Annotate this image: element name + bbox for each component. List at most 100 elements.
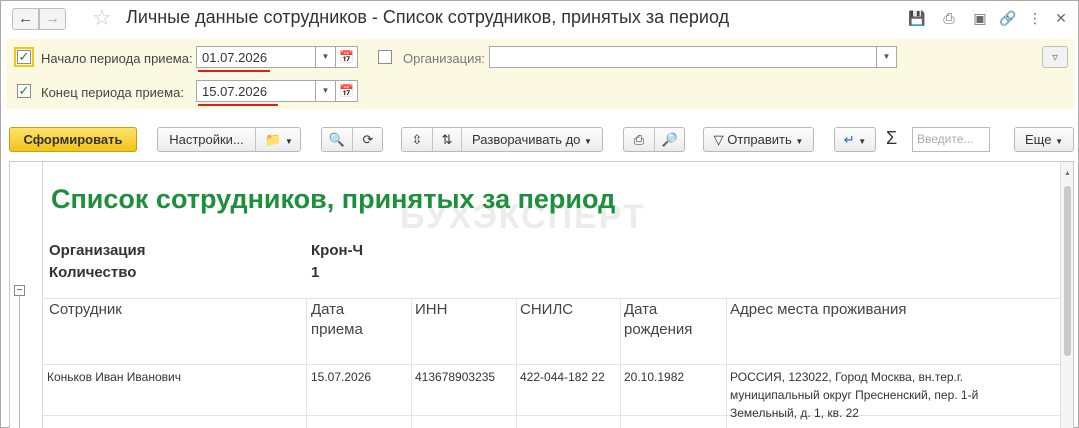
- settings-group: Настройки... 📁 ▼: [157, 127, 301, 152]
- filter-settings-button[interactable]: ▿: [1042, 46, 1068, 68]
- column-header-snils: СНИЛС: [520, 300, 573, 320]
- send-button[interactable]: ▽ Отправить ▼: [703, 127, 814, 152]
- chevron-down-icon: ▼: [882, 52, 891, 61]
- column-header-employee: Сотрудник: [49, 300, 122, 320]
- start-period-calendar[interactable]: 📅: [336, 46, 358, 68]
- start-period-label: Начало периода приема:: [41, 51, 193, 66]
- search-group: 🔍 ⟳: [321, 127, 383, 152]
- group-line: [19, 296, 20, 428]
- calendar-icon: 📅: [339, 50, 354, 64]
- save-icon[interactable]: 💾: [908, 9, 926, 27]
- table-row-hire-date[interactable]: 15.07.2026: [311, 368, 371, 386]
- column-divider: [411, 298, 412, 428]
- end-period-label: Конец периода приема:: [41, 85, 184, 100]
- send-label: Отправить: [727, 132, 792, 147]
- end-period-calendar[interactable]: 📅: [336, 80, 358, 102]
- column-header-birth-date-line1: Дата: [624, 301, 658, 318]
- more-button[interactable]: Еще ▼: [1014, 127, 1074, 152]
- favorite-star-icon[interactable]: ☆: [92, 5, 112, 31]
- forward-button[interactable]: →: [39, 8, 66, 30]
- column-header-inn-text: ИНН: [415, 301, 448, 318]
- chevron-down-icon: ▼: [1055, 137, 1063, 146]
- chevron-down-icon: ▼: [284, 137, 293, 146]
- table-row-address[interactable]: РОССИЯ, 123022, Город Москва, вн.тер.г. …: [730, 368, 978, 422]
- arrow-left-icon: ←: [18, 10, 33, 27]
- title-bar: ← → ☆ Личные данные сотрудников - Список…: [1, 1, 1078, 37]
- start-period-underline: [198, 70, 270, 72]
- arrow-right-icon: →: [45, 10, 60, 27]
- external-icon[interactable]: ▣: [971, 9, 989, 27]
- settings-button[interactable]: Настройки...: [158, 128, 255, 151]
- scroll-up-icon[interactable]: ▲: [1064, 170, 1071, 177]
- table-row-border: [43, 364, 1060, 365]
- column-divider: [306, 298, 307, 428]
- column-header-birth-date-line2: рождения: [624, 321, 693, 338]
- column-header-inn: ИНН: [415, 300, 447, 320]
- address-line-2: муниципальный округ Пресненский, пер. 1-…: [730, 388, 979, 402]
- organization-label: Организация:: [403, 51, 486, 66]
- goto-button[interactable]: ↵ ▼: [834, 127, 876, 152]
- end-period-dropdown[interactable]: ▼: [316, 80, 336, 102]
- send-icon: ▽: [713, 132, 724, 147]
- scrollbar-thumb[interactable]: [1064, 186, 1071, 356]
- report-title: Список сотрудников, принятых за период: [51, 184, 616, 214]
- chevron-down-icon: ▼: [858, 137, 867, 146]
- chevron-down-icon: ▼: [321, 52, 330, 61]
- more-icon[interactable]: ⋮: [1026, 9, 1044, 27]
- start-period-field[interactable]: 01.07.2026: [196, 46, 316, 68]
- table-row-snils[interactable]: 422-044-182 22: [520, 368, 605, 386]
- table-row-employee[interactable]: Коньков Иван Иванович: [47, 368, 181, 386]
- column-header-snils-text: СНИЛС: [520, 301, 574, 318]
- collapse-group-button[interactable]: −: [14, 285, 25, 296]
- organization-field[interactable]: [489, 46, 877, 68]
- chevron-down-icon: ▼: [321, 86, 330, 95]
- expand-all-icon[interactable]: ⇳: [402, 128, 432, 151]
- print-icon[interactable]: ⎙: [940, 9, 958, 27]
- column-header-hire-date-line2: приема: [311, 321, 363, 338]
- column-divider: [726, 298, 727, 428]
- report-sheet[interactable]: − БУХЭКСПЕРТ Список сотрудников, приняты…: [9, 161, 1074, 428]
- column-divider: [620, 298, 621, 428]
- end-period-underline: [198, 104, 278, 106]
- sum-field[interactable]: Введите...: [912, 127, 990, 152]
- collapse-all-icon[interactable]: ⇅: [433, 128, 461, 151]
- filter-panel: ✓ Начало периода приема: 01.07.2026 ▼ 📅 …: [6, 39, 1074, 109]
- table-row-inn[interactable]: 413678903235: [415, 368, 495, 386]
- column-header-employee-text: Сотрудник: [49, 301, 122, 318]
- start-period-checkbox[interactable]: ✓: [14, 47, 34, 67]
- separator: [255, 128, 256, 151]
- start-period-dropdown[interactable]: ▼: [316, 46, 336, 68]
- meta-count-label: Количество: [49, 264, 137, 281]
- folder-icon: 📁: [265, 132, 282, 147]
- generate-button[interactable]: Сформировать: [9, 127, 137, 152]
- address-line-1: РОССИЯ, 123022, Город Москва, вн.тер.г.: [730, 370, 964, 384]
- address-line-3: Земельный, д. 1, кв. 22: [730, 406, 859, 420]
- calendar-icon: 📅: [339, 84, 354, 98]
- sum-icon[interactable]: Σ: [886, 128, 897, 149]
- end-period-field[interactable]: 15.07.2026: [196, 80, 316, 102]
- print-group: ⎙ 🔎: [623, 127, 685, 152]
- refresh-search-icon[interactable]: ⟳: [353, 128, 383, 151]
- search-icon[interactable]: 🔍: [322, 128, 352, 151]
- link-icon[interactable]: 🔗: [999, 9, 1017, 27]
- expand-to-label: Разворачивать до: [472, 132, 581, 147]
- organization-dropdown[interactable]: ▼: [877, 46, 897, 68]
- back-button[interactable]: ←: [12, 8, 39, 30]
- report-window: ← → ☆ Личные данные сотрудников - Список…: [0, 0, 1079, 428]
- expand-to-button[interactable]: Разворачивать до ▼: [462, 128, 602, 153]
- vertical-scrollbar[interactable]: ▲: [1060, 162, 1073, 428]
- end-period-checkbox[interactable]: ✓: [17, 84, 31, 98]
- meta-org-label: Организация: [49, 242, 146, 259]
- table-row-birth-date[interactable]: 20.10.1982: [624, 368, 684, 386]
- return-arrow-icon: ↵: [843, 132, 855, 147]
- close-icon[interactable]: ✕: [1052, 9, 1070, 27]
- funnel-icon: ▿: [1051, 50, 1059, 64]
- meta-count-value: 1: [311, 264, 320, 281]
- print-icon[interactable]: ⎙: [624, 128, 654, 151]
- column-header-birth-date: Дата рождения: [624, 300, 692, 340]
- meta-org-value: Крон-Ч: [311, 242, 364, 259]
- variants-button[interactable]: 📁 ▼: [259, 128, 299, 153]
- column-header-address: Адрес места проживания: [730, 300, 906, 320]
- print-preview-icon[interactable]: 🔎: [655, 128, 685, 151]
- organization-checkbox[interactable]: [378, 50, 392, 64]
